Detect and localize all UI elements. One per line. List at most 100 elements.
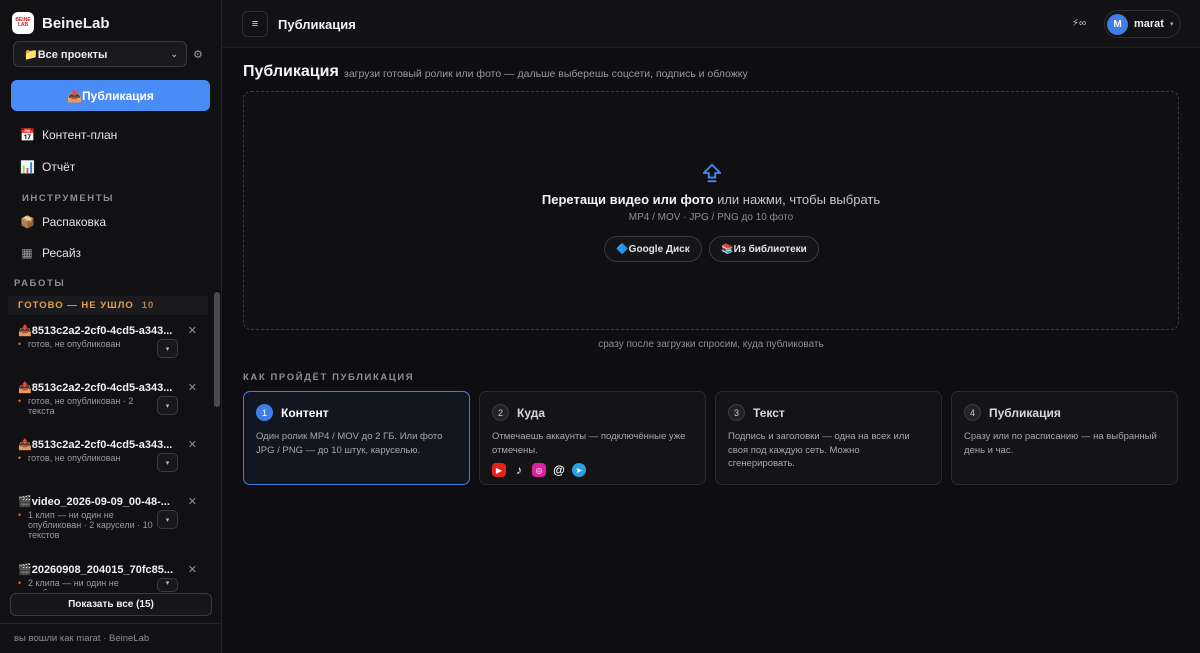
project-select[interactable]: 📁Все проекты ⌄ bbox=[13, 41, 187, 67]
tiktok-icon: ♪ bbox=[516, 463, 522, 477]
sidebar-item-resize[interactable]: ▦ Ресайз bbox=[20, 246, 81, 260]
youtube-icon: ▶ bbox=[492, 463, 506, 477]
menu-icon[interactable]: ≡ bbox=[242, 11, 268, 37]
job-meta: готов, не опубликован · 2 текста bbox=[28, 396, 134, 416]
sidebar-scrollbar[interactable] bbox=[214, 292, 220, 407]
job-item[interactable]: 📤 8513c2a2-2cf0-4cd5-a343... ✕ • готов, не … bbox=[18, 381, 208, 417]
sidebar-item-label: Распаковка bbox=[42, 215, 107, 229]
works-section-header: РАБОТЫ bbox=[14, 278, 66, 289]
steps-header: КАК ПРОЙДЁТ ПУБЛИКАЦИЯ bbox=[243, 372, 415, 383]
google-drive-button[interactable]: 🔷Google Диск bbox=[604, 236, 702, 262]
credits-indicator: ⚡∞ bbox=[1072, 18, 1087, 29]
topbar-title: Публикация bbox=[278, 17, 356, 32]
gear-icon[interactable]: ⚙ bbox=[193, 48, 203, 61]
social-icons: ▶ ♪ ◎ @ ➤ bbox=[492, 463, 693, 477]
job-action-button[interactable]: ▾ bbox=[157, 339, 178, 358]
chevron-down-icon: ▾ bbox=[1169, 21, 1174, 28]
step-description: Отмечаешь аккаунты — подключённые уже от… bbox=[492, 431, 686, 456]
job-title: 8513c2a2-2cf0-4cd5-a343... bbox=[31, 381, 173, 394]
instagram-icon: ◎ bbox=[532, 463, 546, 477]
dropzone-formats: MP4 / MOV · JPG / PNG до 10 фото bbox=[628, 212, 794, 223]
threads-icon: @ bbox=[553, 463, 565, 477]
upload-arrow-icon bbox=[702, 163, 722, 183]
status-group-count: 10 bbox=[141, 300, 155, 311]
avatar: M bbox=[1107, 13, 1128, 35]
step-title: Контент bbox=[281, 405, 329, 420]
close-icon[interactable]: ✕ bbox=[188, 495, 197, 508]
job-item[interactable]: 📤 8513c2a2-2cf0-4cd5-a343... ✕ • готов, не … bbox=[18, 438, 208, 464]
tools-section-header: ИНСТРУМЕНТЫ bbox=[22, 193, 115, 204]
job-title: video_2026-09-09_00-48-... bbox=[31, 495, 170, 508]
job-item[interactable]: 🎬 video_2026-09-09_00-48-... ✕ • 1 клип — н… bbox=[18, 495, 208, 541]
step-number: 2 bbox=[492, 404, 509, 421]
clapper-icon: 🎬 bbox=[18, 496, 32, 508]
job-item[interactable]: 🎬 20260908_204015_70fc85... ✕ • 2 клипа — н… bbox=[18, 563, 208, 592]
project-select-value: 📁Все проекты bbox=[24, 48, 108, 61]
close-icon[interactable]: ✕ bbox=[188, 563, 197, 576]
sidebar: BEINE LAB BeineLab 📁Все проекты ⌄ ⚙ 📤Пуб… bbox=[0, 0, 222, 653]
job-title: 8513c2a2-2cf0-4cd5-a343... bbox=[31, 438, 173, 451]
box-icon: 📦 bbox=[20, 215, 35, 229]
sidebar-item-report[interactable]: 📊 Отчёт bbox=[20, 160, 75, 174]
upload-icon: 📤 bbox=[18, 439, 32, 451]
step-card-destination: 2 Куда Отмечаешь аккаунты — подключённые … bbox=[479, 391, 706, 485]
job-meta: 1 клип — ни один не опубликован · 2 кару… bbox=[28, 510, 153, 540]
status-dot: • bbox=[18, 339, 22, 349]
status-dot: • bbox=[18, 578, 22, 588]
job-action-button[interactable]: ▾ bbox=[157, 578, 178, 592]
step-title: Текст bbox=[753, 405, 785, 420]
brand-logo: BEINE LAB bbox=[12, 12, 34, 34]
job-action-button[interactable]: ▾ bbox=[157, 396, 178, 415]
status-group-header[interactable]: ГОТОВО — НЕ УШЛО 10 bbox=[8, 296, 208, 315]
library-button[interactable]: 📚Из библиотеки bbox=[709, 236, 819, 262]
upload-dropzone[interactable]: Перетащи видео или фото или нажми, чтобы… bbox=[243, 91, 1179, 330]
sidebar-item-label: Ресайз bbox=[42, 246, 82, 260]
step-description: Подпись и заголовки — одна на всех или с… bbox=[728, 431, 910, 469]
status-group-label: ГОТОВО — НЕ УШЛО bbox=[18, 300, 134, 311]
sidebar-item-content-plan[interactable]: 📅 Контент-план bbox=[20, 128, 117, 142]
dropzone-instruction-bold: Перетащи видео или фото bbox=[541, 192, 714, 207]
job-meta: готов, не опубликован bbox=[28, 453, 121, 463]
calendar-icon: 📅 bbox=[20, 128, 35, 142]
user-name: marat bbox=[1134, 18, 1164, 30]
page-title: Публикация bbox=[243, 63, 339, 80]
brand-name: BeineLab bbox=[42, 14, 110, 32]
publish-button[interactable]: 📤Публикация bbox=[11, 80, 210, 111]
status-dot: • bbox=[18, 510, 22, 520]
telegram-icon: ➤ bbox=[572, 463, 586, 477]
step-number: 1 bbox=[256, 404, 273, 421]
sidebar-item-label: Контент-план bbox=[42, 128, 118, 142]
user-menu[interactable]: M marat ▾ bbox=[1104, 10, 1181, 38]
step-description: Сразу или по расписанию — на выбранный д… bbox=[964, 431, 1157, 456]
step-number: 4 bbox=[964, 404, 981, 421]
login-footer: вы вошли как marat · BeineLab bbox=[14, 633, 150, 644]
upload-icon: 📤 bbox=[18, 382, 32, 394]
chevron-down-icon: ⌄ bbox=[170, 48, 178, 59]
step-card-content: 1 Контент Один ролик MP4 / MOV до 2 ГБ. И… bbox=[243, 391, 470, 485]
job-item[interactable]: 📤 8513c2a2-2cf0-4cd5-a343... ✕ • готов, не … bbox=[18, 324, 208, 350]
brand[interactable]: BEINE LAB BeineLab bbox=[12, 12, 110, 34]
step-card-text: 3 Текст Подпись и заголовки — одна на все… bbox=[715, 391, 942, 485]
sidebar-item-label: Отчёт bbox=[42, 160, 76, 174]
upload-icon: 📤 bbox=[18, 325, 32, 337]
sidebar-item-unpack[interactable]: 📦 Распаковка bbox=[20, 215, 106, 229]
step-description: Один ролик MP4 / MOV до 2 ГБ. Или фото J… bbox=[256, 431, 443, 456]
job-title: 20260908_204015_70fc85... bbox=[31, 563, 174, 576]
divider bbox=[0, 623, 222, 624]
dropzone-note: сразу после загрузки спросим, куда публи… bbox=[598, 339, 824, 350]
status-dot: • bbox=[18, 453, 22, 463]
dropzone-instruction-rest: или нажми, чтобы выбрать bbox=[713, 192, 881, 207]
step-title: Публикация bbox=[989, 405, 1061, 420]
step-card-publish: 4 Публикация Сразу или по расписанию — на… bbox=[951, 391, 1178, 485]
topbar: ≡ Публикация ⚡∞ M marat ▾ bbox=[222, 0, 1200, 48]
show-all-button[interactable]: Показать все (15) bbox=[10, 593, 212, 616]
status-dot: • bbox=[18, 396, 22, 406]
dropzone-instruction: Перетащи видео или фото или нажми, чтобы… bbox=[244, 192, 1178, 207]
job-action-button[interactable]: ▾ bbox=[157, 453, 178, 472]
close-icon[interactable]: ✕ bbox=[188, 381, 197, 394]
close-icon[interactable]: ✕ bbox=[188, 324, 197, 337]
job-meta: готов, не опубликован bbox=[28, 339, 121, 349]
close-icon[interactable]: ✕ bbox=[188, 438, 197, 451]
job-action-button[interactable]: ▾ bbox=[157, 510, 178, 529]
clapper-icon: 🎬 bbox=[18, 564, 32, 576]
